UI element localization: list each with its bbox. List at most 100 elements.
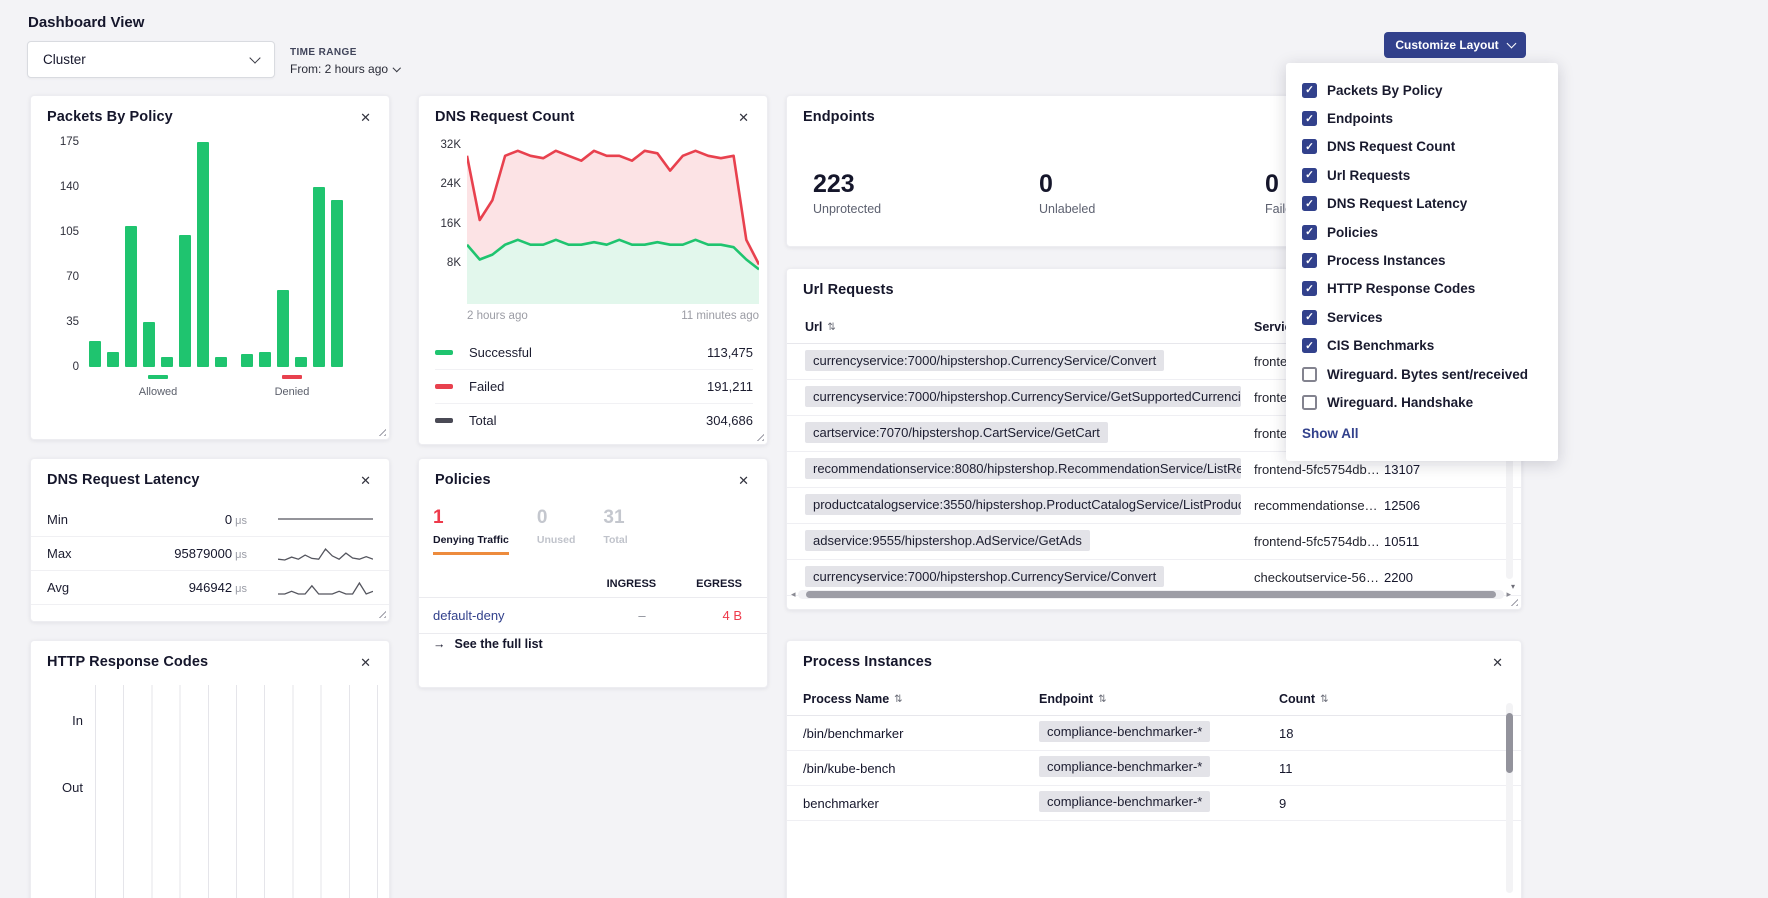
- resize-handle[interactable]: [754, 431, 764, 441]
- packets-y-axis: 17514010570350: [45, 142, 79, 382]
- menu-item-label: Packets By Policy: [1327, 83, 1443, 98]
- http-row-label-out: Out: [45, 780, 83, 795]
- checkbox-checked[interactable]: ✓: [1302, 111, 1317, 126]
- column-header-endpoint[interactable]: Endpoint ⇅: [1039, 692, 1279, 706]
- customize-menu-item[interactable]: ✓Url Requests: [1302, 161, 1542, 189]
- latency-unit: μs: [232, 515, 247, 527]
- menu-item-label: Services: [1327, 310, 1383, 325]
- close-icon[interactable]: ✕: [358, 109, 373, 126]
- menu-item-label: DNS Request Latency: [1327, 196, 1467, 211]
- close-icon[interactable]: ✕: [1490, 654, 1505, 671]
- card-title: Policies: [435, 472, 491, 488]
- close-icon[interactable]: ✕: [358, 654, 373, 671]
- card-title: Url Requests: [803, 282, 894, 298]
- checkbox-unchecked[interactable]: [1302, 395, 1317, 410]
- policy-egress-value: 4 B: [672, 608, 742, 623]
- legend-value: 304,686: [706, 413, 753, 428]
- policies-table-header: INGRESS EGRESS: [419, 571, 767, 598]
- card-title: Endpoints: [803, 109, 875, 125]
- url-value: currencyservice:7000/hipstershop.Currenc…: [805, 386, 1241, 407]
- resize-handle[interactable]: [376, 426, 386, 436]
- time-range: TIME RANGE From: 2 hours ago: [290, 47, 400, 76]
- stat-value: 0: [537, 507, 576, 529]
- customize-layout-button[interactable]: Customize Layout: [1384, 32, 1526, 58]
- card-title: HTTP Response Codes: [47, 654, 208, 670]
- vertical-scrollbar[interactable]: [1506, 703, 1513, 893]
- stat-label: Total: [603, 534, 627, 546]
- customize-menu-item[interactable]: ✓DNS Request Count: [1302, 133, 1542, 161]
- dns-request-latency-card: DNS Request Latency ✕ Min0 μsMax95879000…: [30, 458, 390, 622]
- customize-menu-item[interactable]: Wireguard. Handshake: [1302, 388, 1542, 416]
- checkbox-checked[interactable]: ✓: [1302, 253, 1317, 268]
- customize-menu-item[interactable]: ✓HTTP Response Codes: [1302, 275, 1542, 303]
- close-icon[interactable]: ✕: [736, 472, 751, 489]
- bar: [277, 290, 289, 367]
- time-range-value[interactable]: From: 2 hours ago: [290, 62, 400, 76]
- customize-menu-item[interactable]: ✓ Services: [1302, 303, 1542, 331]
- scrollbar-thumb[interactable]: [1506, 713, 1513, 773]
- checkbox-checked[interactable]: ✓: [1302, 281, 1317, 296]
- count-value: 9: [1279, 796, 1521, 811]
- resize-handle[interactable]: [376, 608, 386, 618]
- endpoint-value: compliance-benchmarker-*: [1039, 721, 1210, 742]
- customize-menu-item[interactable]: ✓Process Instances: [1302, 246, 1542, 274]
- policies-table: INGRESS EGRESS default-deny – 4 B: [419, 571, 767, 634]
- sort-icon: ⇅: [894, 694, 902, 705]
- checkbox-checked[interactable]: ✓: [1302, 225, 1317, 240]
- customize-menu-item[interactable]: ✓CIS Benchmarks: [1302, 332, 1542, 360]
- customize-menu-item[interactable]: ✓ DNS Request Latency: [1302, 190, 1542, 218]
- latency-unit: μs: [232, 583, 247, 595]
- checkbox-checked[interactable]: ✓: [1302, 139, 1317, 154]
- close-icon[interactable]: ✕: [736, 109, 751, 126]
- close-icon[interactable]: ✕: [358, 472, 373, 489]
- policies-stat[interactable]: 0Unused: [537, 507, 576, 555]
- column-header-process-name[interactable]: Process Name ⇅: [803, 692, 1039, 706]
- scroll-down-arrow[interactable]: ▾: [1511, 582, 1515, 591]
- chevron-down-icon: [249, 52, 260, 63]
- customize-menu-item[interactable]: ✓ Packets By Policy: [1302, 76, 1542, 104]
- horizontal-scrollbar[interactable]: ◂ ▸: [791, 589, 1511, 600]
- column-header-count[interactable]: Count ⇅: [1279, 692, 1521, 706]
- latency-row: Max95879000 μs: [31, 537, 389, 571]
- customize-layout-label: Customize Layout: [1395, 38, 1498, 52]
- checkbox-checked[interactable]: ✓: [1302, 196, 1317, 211]
- bar: [259, 352, 271, 367]
- chevron-down-icon: [393, 64, 401, 72]
- stat-value: 223: [813, 170, 1039, 199]
- checkbox-checked[interactable]: ✓: [1302, 338, 1317, 353]
- stat-value: 0: [1039, 170, 1265, 199]
- x-label-start: 2 hours ago: [467, 310, 528, 322]
- legend-label: Successful: [469, 345, 707, 360]
- column-label: Process Name: [803, 692, 889, 706]
- checkbox-checked[interactable]: ✓: [1302, 83, 1317, 98]
- sort-icon: ⇅: [1320, 694, 1328, 705]
- view-selector[interactable]: Cluster: [27, 41, 275, 78]
- table-row: /bin/benchmarkercompliance-benchmarker-*…: [787, 716, 1521, 751]
- axis-tick-label: 175: [60, 136, 79, 148]
- checkbox-checked[interactable]: ✓: [1302, 168, 1317, 183]
- process-name-value: /bin/benchmarker: [803, 726, 1039, 741]
- scrollbar-track[interactable]: [798, 590, 1505, 599]
- customize-menu-item[interactable]: Wireguard. Bytes sent/received: [1302, 360, 1542, 388]
- scroll-left-arrow[interactable]: ◂: [791, 590, 796, 599]
- count-value: 18: [1279, 726, 1521, 741]
- policies-stat[interactable]: 31Total: [603, 507, 627, 555]
- column-header-url[interactable]: Url ⇅: [805, 320, 1254, 334]
- endpoint-stat: 0 Unlabeled: [1039, 170, 1265, 216]
- stat-label: Unlabeled: [1039, 202, 1265, 216]
- group-label: Allowed: [139, 386, 178, 398]
- policies-stat[interactable]: 1Denying Traffic: [433, 507, 509, 555]
- scrollbar-thumb[interactable]: [806, 591, 1497, 598]
- time-range-label: TIME RANGE: [290, 47, 400, 58]
- axis-tick-label: 0: [73, 361, 79, 373]
- bar: [89, 341, 101, 367]
- stat-label: Denying Traffic: [433, 534, 509, 555]
- see-full-list-link[interactable]: → See the full list: [433, 637, 543, 651]
- policy-name-link[interactable]: default-deny: [433, 608, 612, 623]
- show-all-link[interactable]: Show All: [1302, 426, 1542, 441]
- checkbox-unchecked[interactable]: [1302, 367, 1317, 382]
- scroll-right-arrow[interactable]: ▸: [1506, 590, 1511, 599]
- checkbox-checked[interactable]: ✓: [1302, 310, 1317, 325]
- customize-menu-item[interactable]: ✓Endpoints: [1302, 104, 1542, 132]
- customize-menu-item[interactable]: ✓Policies: [1302, 218, 1542, 246]
